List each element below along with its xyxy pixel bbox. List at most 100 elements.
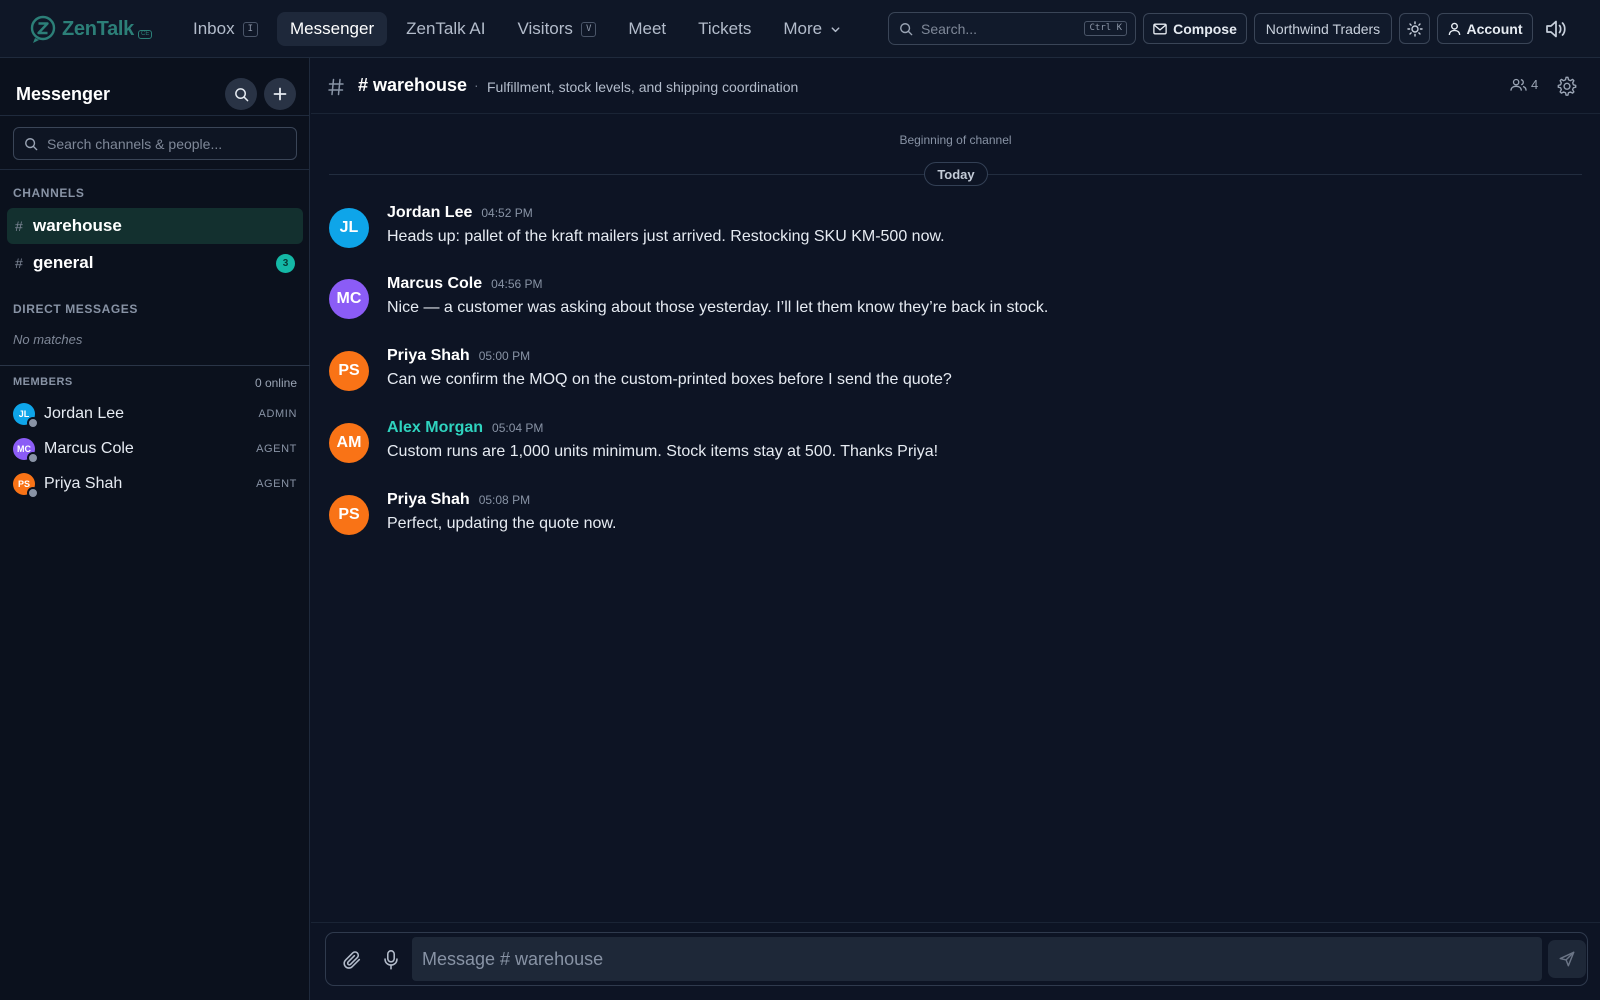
channel-item-warehouse[interactable]: # warehouse xyxy=(7,208,303,244)
send-icon xyxy=(1559,951,1575,967)
paperclip-icon[interactable] xyxy=(341,949,363,971)
nav-zentalk-ai[interactable]: ZenTalk AI xyxy=(393,12,498,46)
nav-inbox[interactable]: Inbox I xyxy=(180,12,271,46)
sidebar-title: Messenger xyxy=(16,84,111,104)
message-item: JL Jordan Lee 04:52 PM Heads up: pallet … xyxy=(329,204,1569,264)
avatar[interactable]: PS xyxy=(329,495,369,535)
channel-members-button[interactable]: 4 xyxy=(1510,77,1538,92)
organization-name: Northwind Traders xyxy=(1265,20,1381,37)
message-header: Jordan Lee 04:52 PM xyxy=(387,204,533,222)
avatar: JL xyxy=(13,403,39,429)
channel-search-placeholder: Search channels & people... xyxy=(47,135,223,152)
account-button[interactable]: Account xyxy=(1437,13,1533,44)
message-text: Can we confirm the MOQ on the custom-pri… xyxy=(387,371,952,388)
message-composer xyxy=(325,932,1588,986)
compose-button-label: Compose xyxy=(1173,20,1237,37)
avatar-initials: JL xyxy=(18,409,30,419)
offline-status-dot xyxy=(27,452,39,464)
nav-meet[interactable]: Meet xyxy=(615,12,679,46)
nav-more[interactable]: More xyxy=(770,12,854,46)
message-text: Nice — a customer was asking about those… xyxy=(387,299,1049,316)
message-text: Custom runs are 1,000 units minimum. Sto… xyxy=(387,443,939,460)
account-button-label: Account xyxy=(1466,20,1523,37)
gear-icon[interactable] xyxy=(1556,75,1578,97)
message-author[interactable]: Priya Shah xyxy=(387,491,470,509)
avatar[interactable]: PS xyxy=(329,351,369,391)
new-conversation-button[interactable] xyxy=(264,78,296,110)
message-item: MC Marcus Cole 04:56 PM Nice — a custome… xyxy=(329,275,1569,335)
speaker-icon[interactable] xyxy=(1544,18,1568,40)
hash-icon xyxy=(328,78,344,96)
sidebar-divider xyxy=(0,169,310,170)
search-icon xyxy=(25,137,38,150)
theme-toggle-button[interactable] xyxy=(1399,13,1430,44)
nav-messenger-label: Messenger xyxy=(290,19,375,38)
offline-status-dot xyxy=(27,417,39,429)
compose-button[interactable]: Compose xyxy=(1143,13,1247,44)
channel-header: # warehouse · Fulfillment, stock levels,… xyxy=(311,58,1600,114)
message-header: Alex Morgan 05:04 PM xyxy=(387,419,543,437)
channel-description: Fulfillment, stock levels, and shipping … xyxy=(487,79,799,95)
member-priya-shah[interactable]: PS Priya Shah AGENT xyxy=(13,469,297,499)
avatar[interactable]: MC xyxy=(329,279,369,319)
chevron-down-icon xyxy=(831,26,840,32)
avatar[interactable]: AM xyxy=(329,423,369,463)
sidebar-search-button[interactable] xyxy=(225,78,257,110)
direct-messages-section-label: DIRECT MESSAGES xyxy=(13,302,139,316)
nav-visitors-label: Visitors xyxy=(517,19,573,38)
nav-tickets[interactable]: Tickets xyxy=(685,12,764,46)
nav-more-label: More xyxy=(783,19,823,38)
message-input[interactable] xyxy=(412,937,1542,981)
member-role: AGENT xyxy=(256,478,297,490)
avatar: PS xyxy=(13,473,39,499)
members-section-label: MEMBERS xyxy=(13,376,73,388)
composer-divider xyxy=(311,922,1600,923)
nav-visitors-shortcut: V xyxy=(580,21,597,37)
top-navigation-bar: ZenTalk CE Inbox I Messenger ZenTalk AI … xyxy=(0,0,1600,58)
organization-switcher-button[interactable]: Northwind Traders xyxy=(1254,13,1392,44)
logo-wordmark: ZenTalk xyxy=(62,17,134,40)
message-author[interactable]: Alex Morgan xyxy=(387,419,483,437)
nav-meet-label: Meet xyxy=(628,19,667,38)
nav-inbox-label: Inbox xyxy=(193,19,235,38)
message-text: Perfect, updating the quote now. xyxy=(387,515,617,532)
member-name: Marcus Cole xyxy=(44,440,134,457)
message-header: Priya Shah 05:00 PM xyxy=(387,347,530,365)
zentalk-logo[interactable]: ZenTalk CE xyxy=(28,14,153,44)
nav-messenger[interactable]: Messenger xyxy=(277,12,388,46)
members-online-count: 0 online xyxy=(254,376,297,390)
microphone-icon[interactable] xyxy=(382,949,400,971)
send-button[interactable] xyxy=(1548,940,1586,978)
channel-name: warehouse xyxy=(33,216,122,235)
messenger-sidebar: Messenger Search channels & people... CH… xyxy=(0,58,310,1000)
search-icon xyxy=(900,22,913,35)
message-author[interactable]: Marcus Cole xyxy=(387,275,482,293)
message-author[interactable]: Priya Shah xyxy=(387,347,470,365)
avatar[interactable]: JL xyxy=(329,208,369,248)
member-marcus-cole[interactable]: MC Marcus Cole AGENT xyxy=(13,434,297,464)
message-author[interactable]: Jordan Lee xyxy=(387,204,472,222)
channel-view: # warehouse · Fulfillment, stock levels,… xyxy=(311,58,1600,1000)
channels-section-label: CHANNELS xyxy=(13,186,85,200)
sidebar-divider xyxy=(0,115,310,116)
channel-item-general[interactable]: # general 3 xyxy=(7,245,303,281)
sidebar-header: Messenger xyxy=(16,76,296,112)
nav-tickets-label: Tickets xyxy=(698,19,752,38)
member-jordan-lee[interactable]: JL Jordan Lee ADMIN xyxy=(13,399,297,429)
channel-search-input[interactable]: Search channels & people... xyxy=(13,127,297,160)
message-timestamp: 04:56 PM xyxy=(491,277,543,291)
message-timestamp: 05:08 PM xyxy=(478,493,531,507)
member-role: AGENT xyxy=(256,443,297,455)
user-icon xyxy=(1448,22,1460,35)
message-timestamp: 04:52 PM xyxy=(481,206,533,220)
main-nav: Inbox I Messenger ZenTalk AI Visitors V … xyxy=(180,12,854,46)
offline-status-dot xyxy=(27,487,39,499)
users-icon xyxy=(1510,78,1527,91)
channel-member-count: 4 xyxy=(1531,77,1539,92)
date-divider-label: Today xyxy=(924,162,988,186)
global-search-input[interactable]: Search... Ctrl K xyxy=(888,12,1136,45)
nav-inbox-shortcut: I xyxy=(242,21,259,37)
hash-icon: # xyxy=(15,255,23,271)
nav-visitors[interactable]: Visitors V xyxy=(505,12,610,46)
member-name: Priya Shah xyxy=(44,475,123,492)
